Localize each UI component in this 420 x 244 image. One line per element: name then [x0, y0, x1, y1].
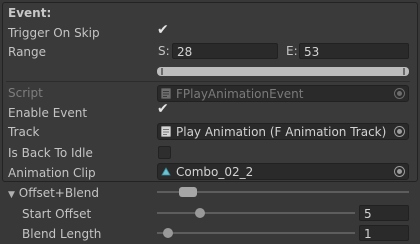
start-offset-slider-track — [157, 212, 355, 214]
script-file-icon — [161, 88, 171, 99]
trigger-on-skip-checkbox[interactable]: ✔ — [157, 22, 171, 40]
track-asset-icon — [161, 126, 171, 137]
animation-clip-label: Animation Clip — [8, 166, 96, 180]
object-picker-icon — [394, 88, 405, 99]
range-end-field[interactable]: 53 — [299, 43, 409, 59]
blend-handle[interactable] — [179, 187, 197, 197]
offset-blend-foldout[interactable]: ▼ Offset+Blend — [8, 186, 99, 200]
is-back-to-idle-label: Is Back To Idle — [8, 146, 93, 160]
blend-length-field[interactable]: 1 — [359, 225, 409, 241]
animation-clip-icon — [161, 167, 171, 176]
track-field[interactable]: Play Animation (F Animation Track) — [157, 123, 409, 140]
object-picker-icon[interactable] — [394, 126, 405, 137]
animation-clip-field[interactable]: Combo_02_2 — [157, 163, 409, 180]
script-field: FPlayAnimationEvent — [157, 85, 409, 102]
is-back-to-idle-checkbox[interactable] — [158, 146, 171, 159]
object-picker-icon[interactable] — [394, 166, 405, 177]
blend-length-slider-handle[interactable] — [162, 228, 173, 238]
enable-event-checkbox[interactable]: ✔ — [157, 101, 171, 119]
range-label: Range — [8, 45, 47, 59]
start-offset-label: Start Offset — [22, 207, 92, 221]
start-offset-slider-handle[interactable] — [194, 208, 205, 218]
checkmark-icon: ✔ — [157, 101, 169, 117]
track-label: Track — [8, 125, 40, 139]
range-end-label: E: — [286, 44, 298, 58]
range-start-label: S: — [158, 44, 170, 58]
range-slider[interactable] — [157, 67, 409, 76]
section-title: Event: — [8, 6, 52, 20]
range-start-field[interactable]: 28 — [172, 43, 278, 59]
foldout-arrow-icon: ▼ — [8, 190, 15, 200]
script-label: Script — [8, 86, 43, 100]
checkmark-icon: ✔ — [157, 22, 169, 38]
enable-event-label: Enable Event — [8, 106, 88, 120]
blend-length-slider-track — [157, 232, 355, 234]
divider — [6, 81, 410, 82]
trigger-on-skip-label: Trigger On Skip — [8, 26, 100, 40]
start-offset-field[interactable]: 5 — [359, 205, 409, 221]
blend-length-label: Blend Length — [22, 227, 102, 241]
